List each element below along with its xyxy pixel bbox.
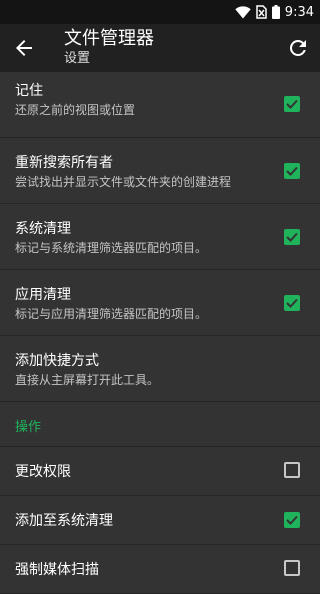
checkbox-research-owner[interactable] (284, 163, 300, 179)
setting-description: 标记与系统清理筛选器匹配的项目。 (15, 241, 208, 255)
action-change-permissions[interactable]: 更改权限 (0, 447, 320, 496)
action-label: 更改权限 (15, 464, 71, 480)
checkbox-remember[interactable] (284, 96, 300, 112)
section-label: 操作 (15, 420, 42, 435)
action-add-to-system-cleaner[interactable]: 添加至系统清理 (0, 496, 320, 545)
restore-icon (286, 39, 310, 64)
status-bar: 9:34 (0, 0, 320, 24)
checkbox-change-permissions[interactable] (284, 462, 300, 478)
status-icons: 9:34 (235, 0, 314, 24)
wifi-icon (235, 5, 251, 19)
page-subtitle: 设置 (64, 51, 91, 66)
setting-label: 重新搜索所有者 (15, 155, 113, 171)
checkbox-force-media-scan[interactable] (284, 560, 300, 576)
setting-remember[interactable]: 记住 还原之前的视图或位置 (0, 72, 320, 138)
no-sim-icon (256, 5, 267, 19)
app-bar-titles: 文件管理器 设置 (64, 28, 154, 68)
setting-add-shortcut[interactable]: 添加快捷方式 直接从主屏幕打开此工具。 (0, 336, 320, 402)
app-bar: 文件管理器 设置 (0, 24, 320, 72)
setting-description: 尝试找出并显示文件或文件夹的创建进程 (15, 175, 232, 189)
checkbox-app-cleaner[interactable] (284, 295, 300, 311)
clock: 9:34 (284, 4, 314, 20)
page-title: 文件管理器 (64, 28, 154, 49)
battery-icon (271, 5, 280, 19)
setting-app-cleaner[interactable]: 应用清理 标记与应用清理筛选器匹配的项目。 (0, 270, 320, 336)
setting-description: 还原之前的视图或位置 (15, 103, 136, 117)
back-button[interactable] (12, 36, 36, 60)
setting-description: 直接从主屏幕打开此工具。 (15, 373, 160, 387)
setting-label: 添加快捷方式 (15, 353, 99, 369)
section-header-actions: 操作 (0, 402, 320, 447)
setting-system-cleaner[interactable]: 系统清理 标记与系统清理筛选器匹配的项目。 (0, 204, 320, 270)
setting-label: 记住 (15, 83, 43, 99)
checkbox-system-cleaner[interactable] (284, 229, 300, 245)
setting-description: 标记与应用清理筛选器匹配的项目。 (15, 307, 208, 321)
arrow-back-icon (12, 40, 36, 64)
action-label: 添加至系统清理 (15, 513, 113, 529)
action-force-media-scan[interactable]: 强制媒体扫描 (0, 545, 320, 594)
setting-label: 系统清理 (15, 221, 71, 237)
setting-research-owner[interactable]: 重新搜索所有者 尝试找出并显示文件或文件夹的创建进程 (0, 138, 320, 204)
checkbox-add-to-system-cleaner[interactable] (284, 512, 300, 528)
setting-label: 应用清理 (15, 287, 71, 303)
settings-list: 记住 还原之前的视图或位置 重新搜索所有者 尝试找出并显示文件或文件夹的创建进程… (0, 72, 320, 594)
reset-button[interactable] (286, 36, 310, 60)
action-label: 强制媒体扫描 (15, 562, 99, 578)
